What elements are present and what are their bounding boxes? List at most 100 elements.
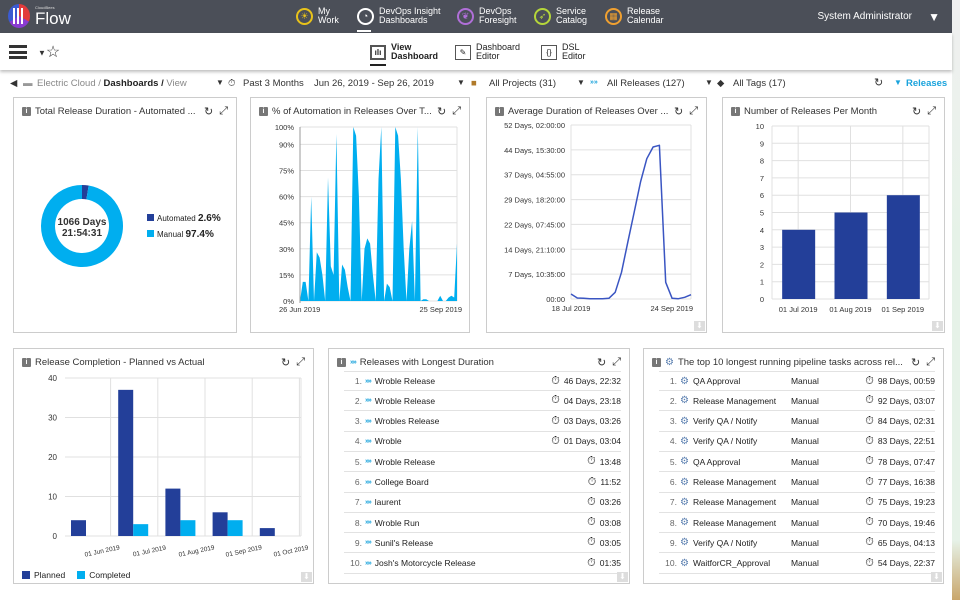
stopwatch-icon: ⏱ [865, 394, 874, 407]
back-arrow-icon[interactable]: ◀ [10, 78, 17, 89]
task-row[interactable]: 6. ⚙ Release Management Manual ⏱ 77 Days, 16:… [659, 473, 935, 493]
task-row[interactable]: 7. ⚙ Release Management Manual ⏱ 75 Days, 19:… [659, 493, 935, 513]
user-menu[interactable]: System Administrator [818, 11, 912, 22]
release-row[interactable]: 9.»» Sunil's Release ⏱ 03:05 [344, 533, 621, 554]
release-row[interactable]: 3.»» Wrobles Release ⏱ 03 Days, 03:26 [344, 412, 621, 432]
task-name[interactable]: Verify QA / Notify [693, 538, 791, 548]
legend-planned[interactable]: Planned [22, 570, 65, 580]
task-name[interactable]: WaitforCR_Approval [693, 558, 791, 568]
breadcrumb: Electric Cloud / Dashboards / View [37, 78, 187, 89]
task-row[interactable]: 5. ⚙ QA Approval Manual ⏱ 78 Days, 07:47 [659, 452, 935, 473]
release-name[interactable]: laurent [375, 497, 401, 507]
release-row[interactable]: 2.»» Wroble Release ⏱ 04 Days, 23:18 [344, 391, 621, 412]
release-name[interactable]: Wroble Run [375, 518, 420, 528]
task-row[interactable]: 1. ⚙ QA Approval Manual ⏱ 98 Days, 00:59 [659, 371, 935, 391]
donut-center-days: 1066 Days [58, 217, 107, 228]
task-row[interactable]: 10. ⚙ WaitforCR_Approval Manual ⏱ 54 Days, 22… [659, 554, 935, 574]
dsl-editor-button[interactable]: {} DSL Editor [541, 43, 586, 61]
caret-down-icon[interactable]: ▼ [928, 10, 940, 24]
legend-swatch [77, 571, 86, 579]
scroll-down-icon[interactable]: ⬇ [931, 572, 942, 582]
release-name[interactable]: Sunil's Release [375, 538, 433, 548]
task-name[interactable]: QA Approval [693, 457, 791, 467]
release-name[interactable]: Josh's Motorcycle Release [375, 558, 476, 568]
refresh-icon[interactable]: ↻ [911, 356, 920, 369]
release-name[interactable]: Wroble [375, 436, 402, 446]
nav-devops-insight[interactable]: ◔ DevOps Insight Dashboards [357, 7, 441, 32]
task-name[interactable]: Verify QA / Notify [693, 416, 791, 426]
donut-center-time: 21:54:31 [62, 228, 102, 239]
caret-down-icon[interactable]: ▼ [894, 78, 902, 87]
y-tick-label: 44 Days, 15:30:00 [504, 146, 565, 155]
release-icon: »» [365, 397, 372, 405]
task-name[interactable]: Release Management [693, 518, 791, 528]
breadcrumb-dashboards[interactable]: Dashboards [104, 78, 159, 89]
y-tick-label: 0 [760, 295, 764, 304]
nav-service-catalog[interactable]: ➶ Service Catalog [534, 7, 587, 25]
task-name[interactable]: Verify QA / Notify [693, 436, 791, 446]
brain-icon: ❦ [457, 7, 474, 25]
refresh-icon[interactable]: ↻ [597, 356, 606, 369]
release-name[interactable]: Wrobles Release [375, 416, 440, 426]
task-name[interactable]: QA Approval [693, 376, 791, 386]
task-row[interactable]: 3. ⚙ Verify QA / Notify Manual ⏱ 84 Days, 02:… [659, 412, 935, 432]
gear-icon: ⚙ [680, 537, 689, 549]
release-row[interactable]: 5.»» Wroble Release ⏱ 13:48 [344, 452, 621, 473]
task-name[interactable]: Release Management [693, 396, 791, 406]
release-row[interactable]: 1.»» Wroble Release ⏱ 46 Days, 22:32 [344, 371, 621, 391]
release-name[interactable]: Wroble Release [375, 376, 435, 386]
nav-devops-foresight[interactable]: ❦ DevOps Foresight [457, 7, 517, 25]
release-row[interactable]: 10.»» Josh's Motorcycle Release ⏱ 01:35 [344, 554, 621, 574]
gear-icon: ⚙ [680, 517, 689, 529]
refresh-icon[interactable]: ↻ [874, 76, 883, 89]
legend-swatch [147, 230, 154, 237]
legend-label: Manual [157, 230, 184, 239]
caret-down-icon[interactable]: ▼ [705, 78, 713, 87]
gear-icon: ⚙ [680, 496, 689, 508]
task-row[interactable]: 8. ⚙ Release Management Manual ⏱ 70 Days, 19:… [659, 513, 935, 534]
flow-logo[interactable]: CloudBees Flow [8, 4, 71, 28]
scope-select[interactable]: Releases [906, 78, 947, 89]
caret-down-icon[interactable]: ▼ [216, 78, 224, 87]
projects-filter[interactable]: All Projects (31) [489, 78, 556, 89]
caret-down-icon[interactable]: ▼ [577, 78, 585, 87]
scroll-down-icon[interactable]: ⬇ [932, 321, 943, 331]
nav-release-calendar[interactable]: ▦ Release Calendar [605, 7, 664, 25]
task-name[interactable]: Release Management [693, 497, 791, 507]
scroll-down-icon[interactable]: ⬇ [694, 321, 705, 331]
scroll-down-icon[interactable]: ⬇ [617, 572, 628, 582]
expand-icon[interactable]: ⤢ [926, 356, 935, 369]
bar-planned-2 [165, 488, 181, 536]
info-icon[interactable]: i [337, 357, 346, 367]
y-tick-label: 10 [48, 493, 57, 502]
legend-completed[interactable]: Completed [77, 570, 130, 580]
task-row[interactable]: 9. ⚙ Verify QA / Notify Manual ⏱ 65 Days, 04:… [659, 533, 935, 554]
caret-down-icon[interactable]: ▼ [457, 78, 465, 87]
task-row[interactable]: 4. ⚙ Verify QA / Notify Manual ⏱ 83 Days, 22:… [659, 432, 935, 452]
task-type: Manual [790, 436, 819, 447]
release-row[interactable]: 4.»» Wroble ⏱ 01 Days, 03:04 [344, 432, 621, 452]
breadcrumb-root[interactable]: Electric Cloud [37, 78, 96, 89]
time-range-select[interactable]: Past 3 Months [243, 78, 304, 89]
dashboard-editor-button[interactable]: ✎ Dashboard Editor [455, 43, 520, 61]
release-name[interactable]: Wroble Release [375, 396, 435, 406]
info-icon[interactable]: i [652, 357, 661, 367]
tags-filter[interactable]: All Tags (17) [733, 78, 786, 89]
task-row[interactable]: 2. ⚙ Release Management Manual ⏱ 92 Days, 03:… [659, 391, 935, 412]
date-range[interactable]: Jun 26, 2019 - Sep 26, 2019 [314, 78, 434, 89]
view-dashboard-button[interactable]: ılı View Dashboard [370, 43, 438, 66]
favorites-button[interactable]: ▼☆ [38, 42, 60, 62]
stopwatch-icon: ⏱ [865, 516, 874, 529]
release-row[interactable]: 6.»» College Board ⏱ 11:52 [344, 473, 621, 493]
releases-filter[interactable]: All Releases (127) [607, 78, 685, 89]
release-row[interactable]: 8.»» Wroble Run ⏱ 03:08 [344, 513, 621, 534]
release-name[interactable]: College Board [375, 477, 429, 487]
expand-icon[interactable]: ⤢ [612, 356, 621, 369]
release-row[interactable]: 7.»» laurent ⏱ 03:26 [344, 493, 621, 513]
nav-my-work[interactable]: ☀ My Work [296, 7, 339, 25]
hamburger-menu-icon[interactable] [9, 45, 27, 59]
release-name[interactable]: Wroble Release [375, 457, 435, 467]
y-tick-label: 4 [760, 226, 764, 235]
scroll-down-icon[interactable]: ⬇ [301, 572, 312, 582]
task-name[interactable]: Release Management [693, 477, 791, 487]
